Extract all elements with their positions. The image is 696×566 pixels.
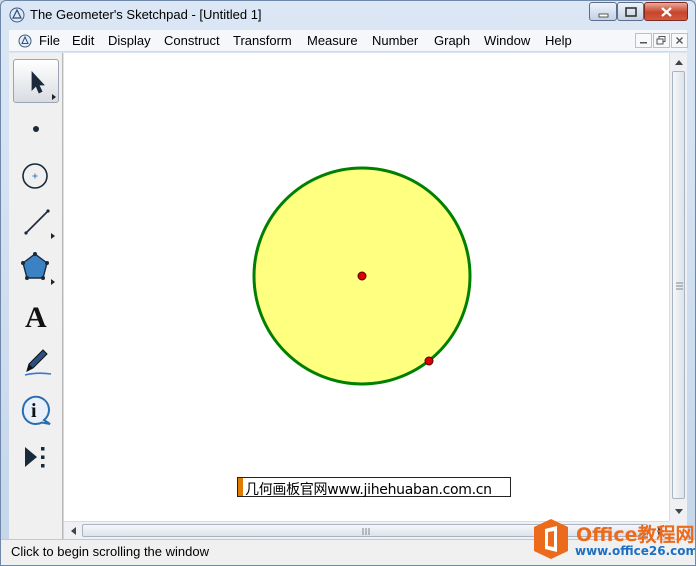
watermark-accent [238, 478, 243, 496]
document-close-button[interactable] [671, 33, 688, 48]
vertical-scrollbar[interactable] [669, 53, 687, 521]
information-tool[interactable]: i [13, 387, 59, 431]
compass-tool[interactable] [13, 153, 59, 197]
close-button[interactable] [644, 2, 688, 21]
office-site-url: www.office26.com [575, 544, 696, 558]
marker-pen-icon [24, 349, 52, 376]
title-bar[interactable]: The Geometer's Sketchpad - [Untitled 1] [1, 1, 695, 29]
menu-transform[interactable]: Transform [233, 33, 292, 48]
sketchpad-app-icon [9, 7, 25, 23]
straightedge-tool[interactable] [13, 199, 59, 243]
svg-text:A: A [25, 301, 47, 334]
menu-measure[interactable]: Measure [307, 33, 358, 48]
close-icon [661, 7, 672, 17]
watermark-text: 几何画板官网www.jihehuaban.com.cn [245, 482, 492, 498]
point-icon [33, 126, 39, 132]
app-window: The Geometer's Sketchpad - [Untitled 1] … [0, 0, 696, 566]
circle-icon [22, 163, 48, 189]
toolbox: A i [9, 53, 63, 539]
grip-icon [362, 528, 370, 535]
svg-text:i: i [31, 400, 37, 422]
minimize-icon [598, 13, 609, 18]
custom-tool[interactable] [13, 435, 59, 479]
close-icon [676, 37, 683, 44]
info-icon: i [21, 395, 51, 426]
vertical-scroll-thumb[interactable] [672, 71, 685, 499]
restore-icon [656, 36, 666, 45]
selection-arrow-tool[interactable] [13, 59, 59, 103]
menu-window[interactable]: Window [484, 33, 530, 48]
maximize-icon [625, 7, 637, 17]
document-restore-button[interactable] [653, 33, 670, 48]
status-text: Click to begin scrolling the window [11, 544, 209, 559]
radius-point[interactable] [424, 356, 434, 366]
minimize-button[interactable] [589, 2, 617, 21]
maximize-button[interactable] [617, 2, 644, 21]
office-logo-icon [534, 519, 568, 559]
scroll-up-icon[interactable] [670, 55, 688, 71]
pentagon-icon [21, 252, 55, 285]
menu-construct[interactable]: Construct [164, 33, 220, 48]
office-site-badge: Office教程网 www.office26.com [531, 515, 696, 565]
text-a-icon: A [25, 301, 47, 334]
document-icon[interactable] [18, 34, 32, 48]
custom-tool-icon [25, 447, 45, 468]
segment-icon [24, 209, 55, 239]
menu-graph[interactable]: Graph [434, 33, 470, 48]
menu-bar: File Edit Display Construct Transform Me… [9, 30, 688, 52]
sketch-drawing [252, 166, 472, 386]
marker-tool[interactable] [13, 339, 59, 383]
menu-file[interactable]: File [39, 33, 60, 48]
document-minimize-button[interactable] [635, 33, 652, 48]
arrow-cursor-icon [31, 70, 56, 100]
text-tool[interactable]: A [13, 293, 59, 337]
center-point[interactable] [357, 271, 367, 281]
menu-number[interactable]: Number [372, 33, 418, 48]
sketch-canvas[interactable] [64, 53, 669, 521]
office-site-title: Office教程网 [576, 524, 695, 546]
menu-help[interactable]: Help [545, 33, 572, 48]
polygon-tool[interactable] [13, 245, 59, 289]
scroll-left-icon[interactable] [66, 522, 82, 540]
minimize-icon [640, 42, 647, 44]
point-tool[interactable] [13, 107, 59, 151]
window-title: The Geometer's Sketchpad - [Untitled 1] [30, 7, 262, 22]
menu-edit[interactable]: Edit [72, 33, 94, 48]
menu-display[interactable]: Display [108, 33, 151, 48]
grip-icon [676, 282, 683, 290]
watermark-banner: 几何画板官网www.jihehuaban.com.cn [237, 477, 511, 498]
